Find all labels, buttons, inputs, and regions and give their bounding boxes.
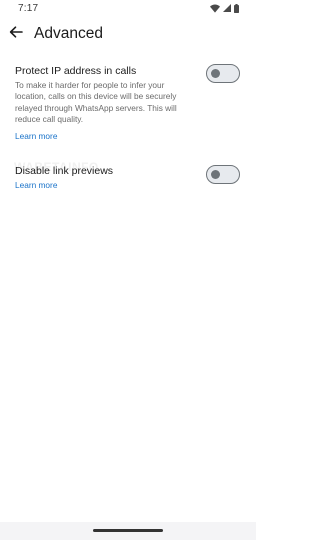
back-button[interactable] [6, 24, 26, 44]
learn-more-link[interactable]: Learn more [15, 131, 57, 142]
status-bar: 7:17 [0, 0, 256, 16]
setting-protect-ip: Protect IP address in calls To make it h… [0, 56, 256, 151]
toggle-thumb [211, 169, 220, 179]
learn-more-link[interactable]: Learn more [15, 180, 57, 191]
status-icons [210, 3, 239, 13]
app-bar: Advanced [0, 16, 256, 52]
status-time: 7:17 [18, 3, 39, 14]
disable-link-previews-toggle[interactable] [206, 165, 240, 184]
toggle-thumb [211, 68, 220, 78]
page-title: Advanced [34, 25, 103, 42]
navigation-bar [0, 522, 256, 540]
setting-title: Disable link previews [15, 165, 114, 177]
gesture-handle[interactable] [93, 529, 163, 532]
wifi-icon [210, 4, 220, 13]
setting-disable-link-previews: Disable link previews Learn more [0, 156, 256, 196]
protect-ip-toggle[interactable] [206, 64, 240, 83]
battery-icon [234, 3, 239, 13]
setting-title: Protect IP address in calls [15, 65, 137, 77]
setting-description: To make it harder for people to infer yo… [15, 80, 177, 124]
arrow-back-icon [9, 25, 23, 43]
signal-icon [223, 4, 231, 12]
